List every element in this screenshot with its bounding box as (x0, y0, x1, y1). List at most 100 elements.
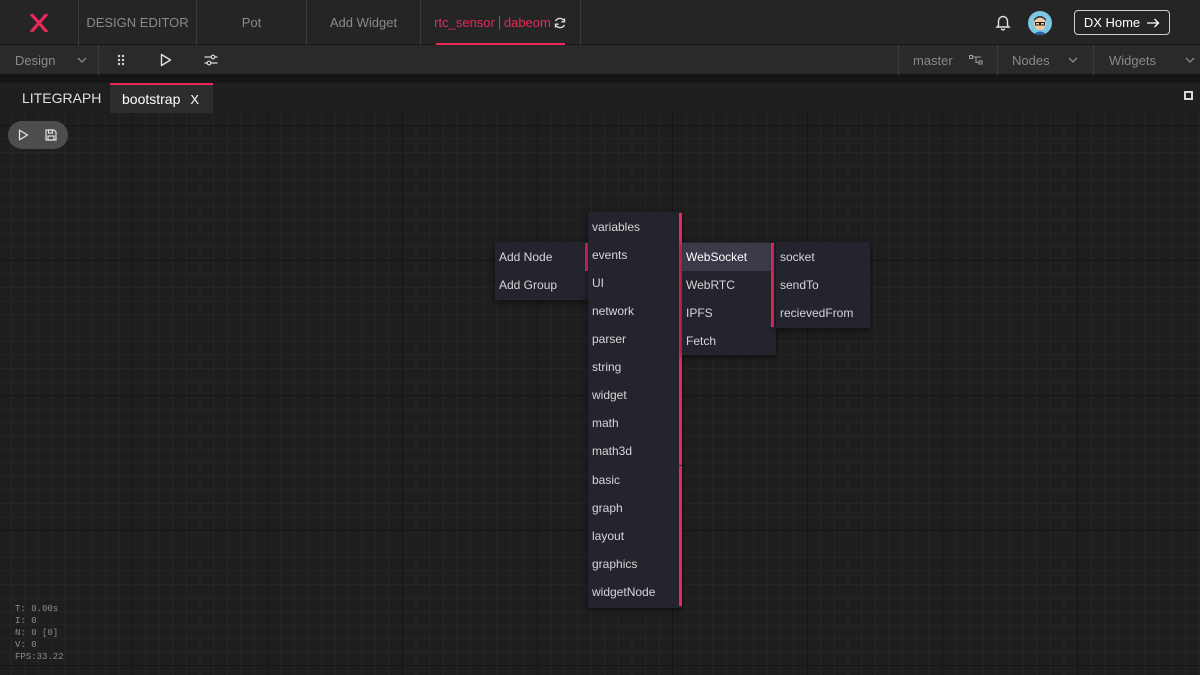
chevron-down-icon (1068, 57, 1078, 63)
tab-add-widget[interactable]: Add Widget (307, 0, 421, 45)
stat-fps: FPS:33.22 (15, 652, 64, 662)
branch-select[interactable]: master (913, 45, 983, 75)
menu-item-ui[interactable]: UI (588, 269, 682, 297)
toolbar-divider (997, 45, 998, 75)
stat-iterations: I: 0 (15, 616, 37, 626)
text-cursor (498, 15, 500, 30)
menu-item-events[interactable]: events (588, 241, 682, 269)
menu-item-label: layout (592, 529, 625, 543)
menu-item-ipfs[interactable]: IPFS (682, 299, 774, 327)
toolbar: Design master Nodes Widgets (0, 45, 1200, 75)
sliders-icon[interactable] (204, 45, 218, 75)
close-tab-button[interactable]: X (190, 92, 199, 107)
maximize-icon[interactable] (1184, 91, 1193, 100)
chevron-down-icon (77, 57, 87, 63)
play-icon[interactable] (18, 129, 29, 141)
menu-item-label: UI (592, 276, 604, 290)
top-bar: DESIGN EDITOR Pot Add Widget rtc_sensor d… (0, 0, 1200, 45)
menu-item-label: widget (592, 388, 627, 402)
menu-item-label: WebSocket (686, 250, 748, 264)
x-logo-icon[interactable] (0, 0, 78, 45)
chevron-down-icon (1185, 57, 1195, 63)
stat-time: T: 0.00s (15, 604, 59, 614)
context-menu-events: WebSocket WebRTC IPFS Fetch (682, 242, 776, 355)
menu-item-sendto[interactable]: sendTo (776, 271, 870, 299)
menu-item-label: network (592, 304, 635, 318)
menu-item-label: events (592, 248, 628, 262)
menu-item-label: string (592, 360, 622, 374)
menu-item-label: socket (780, 250, 815, 264)
tab-design-editor[interactable]: DESIGN EDITOR (78, 0, 197, 45)
tab-litegraph[interactable]: LITEGRAPH (22, 83, 101, 113)
dx-home-label: DX Home (1083, 15, 1141, 30)
menu-item-widget[interactable]: widget (588, 381, 682, 409)
tab-rtc-sensor[interactable]: rtc_sensor dabeom (421, 0, 581, 45)
menu-item-math3d[interactable]: math3d (588, 437, 682, 465)
toolbar-divider (898, 45, 899, 75)
menu-item-graph[interactable]: graph (588, 494, 682, 522)
menu-item-label: graphics (592, 557, 638, 571)
dx-home-button[interactable]: DX Home (1074, 10, 1170, 35)
tab-label: LITEGRAPH (22, 90, 102, 106)
tab-label: rtc_sensor (434, 15, 495, 30)
menu-item-label: WebRTC (686, 278, 735, 292)
design-select-label: Design (15, 52, 56, 68)
tab-label: Pot (241, 15, 262, 30)
context-menu-categories: variables events UI network parser strin… (588, 212, 682, 608)
menu-item-parser[interactable]: parser (588, 325, 682, 353)
play-icon[interactable] (160, 45, 172, 75)
toolbar-divider (98, 45, 99, 75)
menu-item-label: math3d (592, 444, 633, 458)
arrow-right-icon (1147, 18, 1160, 27)
menu-item-basic[interactable]: basic (588, 466, 682, 494)
widgets-select-label: Widgets (1109, 52, 1156, 68)
nodes-select[interactable]: Nodes (1012, 45, 1078, 75)
menu-item-layout[interactable]: layout (588, 522, 682, 550)
tab-pot[interactable]: Pot (197, 0, 307, 45)
tab-label: DESIGN EDITOR (86, 15, 189, 30)
render-stats: T: 0.00s I: 0 N: 0 [0] V: 0 FPS:33.22 (15, 603, 64, 663)
refresh-icon[interactable] (553, 16, 567, 30)
tab-label: bootstrap (122, 91, 181, 107)
menu-item-math[interactable]: math (588, 409, 682, 437)
branch-label: master (913, 52, 953, 68)
tab-label: Add Widget (329, 15, 398, 30)
nodes-select-label: Nodes (1012, 52, 1050, 68)
menu-item-label: math (592, 416, 619, 430)
menu-item-label: variables (592, 220, 641, 234)
avatar[interactable] (1028, 11, 1052, 35)
design-select[interactable]: Design (15, 45, 87, 75)
toolbar-divider (1093, 45, 1094, 75)
menu-item-fetch[interactable]: Fetch (682, 327, 774, 355)
menu-item-label: basic (592, 473, 621, 487)
divider-strip (0, 75, 1200, 83)
menu-item-webrtc[interactable]: WebRTC (682, 271, 774, 299)
menu-item-string[interactable]: string (588, 353, 682, 381)
menu-item-variables[interactable]: variables (588, 213, 682, 241)
stat-nodes: N: 0 [0] (15, 628, 59, 638)
menu-item-label: sendTo (780, 278, 819, 292)
tab-label-suffix: dabeom (503, 15, 551, 30)
menu-item-label: parser (592, 332, 627, 346)
menu-item-socket[interactable]: socket (776, 243, 870, 271)
menu-item-add-node[interactable]: Add Node (495, 243, 588, 271)
widgets-select[interactable]: Widgets (1109, 45, 1195, 75)
menu-item-label: IPFS (686, 306, 713, 320)
menu-item-add-group[interactable]: Add Group (495, 271, 588, 299)
graph-controls (8, 121, 68, 149)
menu-item-label: Add Group (499, 278, 558, 292)
menu-item-label: Fetch (686, 334, 717, 348)
menu-item-label: widgetNode (592, 585, 656, 599)
menu-item-graphics[interactable]: graphics (588, 550, 682, 578)
save-icon[interactable] (45, 129, 57, 141)
drag-grid-icon[interactable] (117, 45, 125, 75)
menu-item-network[interactable]: network (588, 297, 682, 325)
menu-item-recievedfrom[interactable]: recievedFrom (776, 299, 870, 327)
tab-bootstrap[interactable]: bootstrap X (110, 83, 213, 113)
menu-item-widgetnode[interactable]: widgetNode (588, 578, 682, 606)
stat-visible: V: 0 (15, 640, 37, 650)
menu-item-websocket[interactable]: WebSocket (682, 243, 774, 271)
bell-icon[interactable] (994, 13, 1012, 31)
branch-icon (969, 54, 983, 65)
menu-item-label: graph (592, 501, 623, 515)
